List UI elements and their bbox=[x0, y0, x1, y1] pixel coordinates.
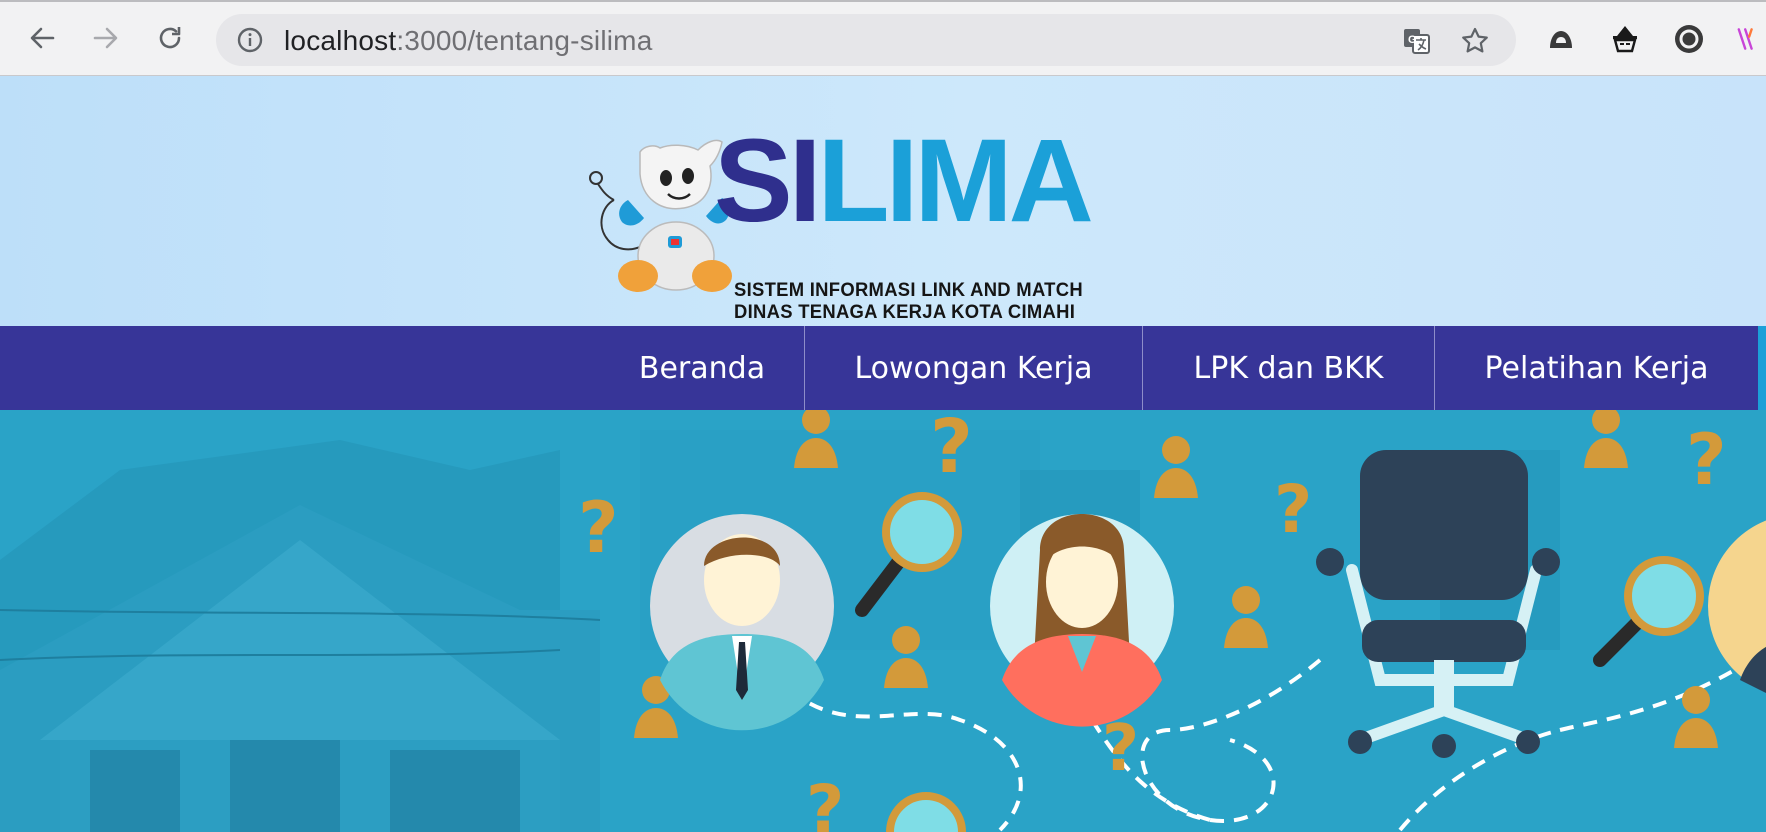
nav-item-lpk-dan-bkk[interactable]: LPK dan BKK bbox=[1143, 326, 1434, 410]
logo-subtitle-line1: SISTEM INFORMASI LINK AND MATCH bbox=[734, 280, 1083, 301]
main-nav: Beranda Lowongan Kerja LPK dan BKK Pelat… bbox=[0, 326, 1766, 410]
svg-text:?: ? bbox=[1686, 419, 1727, 501]
circle-extension-icon[interactable] bbox=[1672, 22, 1706, 56]
svg-text:?: ? bbox=[1102, 712, 1139, 786]
job-search-illustration: ? ? ? ? ? ? bbox=[0, 410, 1766, 832]
translate-icon[interactable]: G bbox=[1402, 26, 1432, 56]
nav-edge-accent bbox=[1758, 326, 1766, 410]
svg-text:G: G bbox=[1408, 34, 1417, 46]
hood-extension-icon[interactable] bbox=[1544, 22, 1578, 56]
logo-wordmark: SILIMA bbox=[714, 115, 1094, 247]
site-header: SILIMA SISTEM INFORMASI LINK AND MATCH D… bbox=[0, 76, 1766, 326]
nav-item-pelatihan-kerja[interactable]: Pelatihan Kerja bbox=[1435, 326, 1758, 410]
info-icon[interactable] bbox=[236, 26, 264, 54]
svg-text:?: ? bbox=[806, 771, 844, 832]
nav-item-label: LPK dan BKK bbox=[1193, 350, 1384, 386]
hero-banner: ? ? ? ? ? ? bbox=[0, 410, 1766, 832]
svg-text:?: ? bbox=[930, 410, 973, 490]
svg-text:?: ? bbox=[1274, 471, 1312, 548]
star-icon[interactable] bbox=[1460, 26, 1490, 56]
nav-item-lowongan-kerja[interactable]: Lowongan Kerja bbox=[805, 326, 1142, 410]
browser-toolbar: localhost:3000/tentang-silima G bbox=[0, 0, 1766, 76]
logo-subtitle-line2: DINAS TENAGA KERJA KOTA CIMAHI bbox=[734, 302, 1076, 323]
nav-item-beranda[interactable]: Beranda bbox=[600, 326, 804, 410]
nav-item-label: Beranda bbox=[638, 350, 766, 386]
forward-arrow-icon[interactable] bbox=[88, 20, 124, 56]
nav-item-label: Pelatihan Kerja bbox=[1484, 350, 1709, 386]
url-text[interactable]: localhost:3000/tentang-silima bbox=[284, 25, 652, 57]
nav-item-label: Lowongan Kerja bbox=[854, 350, 1093, 386]
partial-extension-icon[interactable] bbox=[1734, 22, 1766, 56]
incognito-extension-icon[interactable] bbox=[1608, 22, 1642, 56]
reload-icon[interactable] bbox=[152, 20, 188, 56]
back-arrow-icon[interactable] bbox=[24, 20, 60, 56]
address-bar[interactable]: localhost:3000/tentang-silima G bbox=[216, 14, 1516, 66]
silima-logo[interactable]: SILIMA SISTEM INFORMASI LINK AND MATCH D… bbox=[584, 122, 1094, 323]
svg-text:?: ? bbox=[578, 487, 619, 569]
